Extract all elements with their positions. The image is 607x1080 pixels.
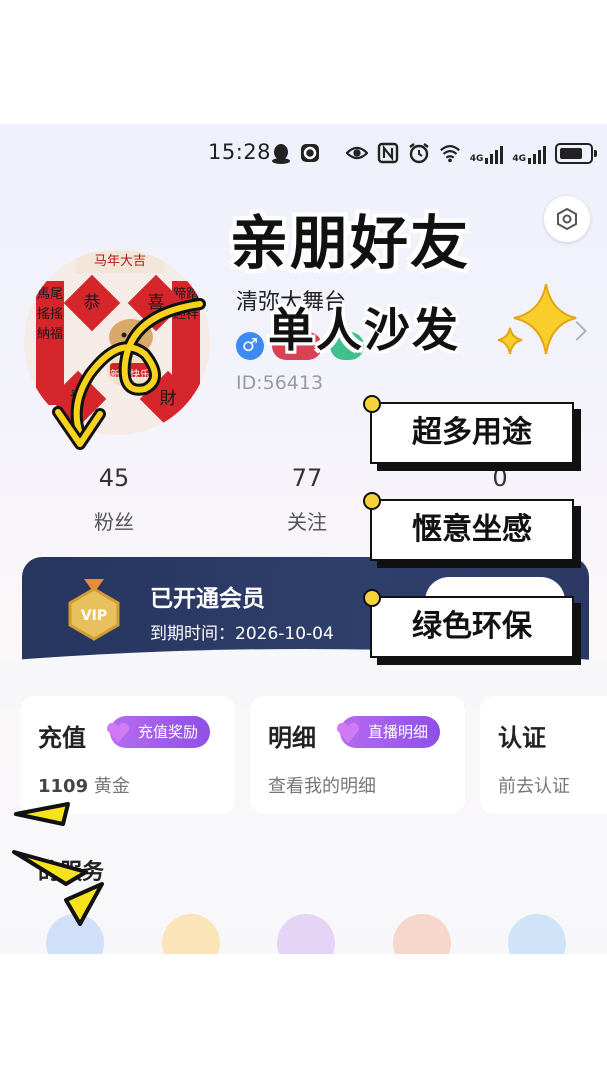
- network-type-label: 4G: [469, 154, 484, 164]
- stat-label: 关注: [287, 510, 327, 534]
- heart-gem-icon: [337, 722, 359, 743]
- battery-icon: [555, 142, 597, 164]
- overlay-headline: 亲朋好友: [230, 209, 471, 277]
- card-sub: 查看我的明细: [268, 776, 376, 797]
- avatar-sign-text: 新年快乐: [110, 370, 150, 381]
- status-bar: 15:28 4G 4G: [0, 124, 607, 184]
- stat-following[interactable]: 77 关注: [247, 464, 367, 535]
- vip-medal-icon: VIP: [68, 579, 120, 641]
- vip-expiry: 到期时间：2026-10-04: [150, 624, 334, 644]
- card-title: 认证: [498, 724, 546, 752]
- vip-title: 已开通会员: [150, 586, 265, 612]
- tag-dot: [363, 492, 381, 510]
- status-time: 15:28: [208, 140, 272, 164]
- wifi-icon: [439, 145, 460, 163]
- app-c-icon: [301, 144, 319, 162]
- service-video-icon[interactable]: [46, 914, 104, 954]
- stat-value: 77: [291, 464, 323, 492]
- stat-value: 0: [492, 464, 508, 492]
- overlay-tag: 超多用途: [363, 395, 574, 464]
- app-screen: 15:28 4G 4G 马年大吉 馬尾搖搖納福 蹄踏迎祥 恭 喜 發 財 新年快…: [0, 124, 607, 954]
- service-crown-icon[interactable]: [277, 914, 335, 954]
- card-recharge[interactable]: 充值 充值奖励 1109 黄金: [20, 696, 235, 814]
- card-title: 充值: [38, 724, 86, 752]
- stat-label: 粉丝: [94, 510, 134, 534]
- card-sub: 1109 黄金: [38, 772, 130, 798]
- status-system-icons: 4G 4G: [345, 142, 597, 164]
- signal-bars-icon: [528, 142, 546, 164]
- pill-label: 直播明细: [368, 723, 429, 741]
- service-box-icon[interactable]: [393, 914, 451, 954]
- alarm-icon: [408, 143, 429, 164]
- cell-signal-1: 4G: [470, 142, 504, 164]
- cell-signal-2: 4G: [512, 142, 546, 164]
- overlay-tag: 绿色环保: [363, 589, 574, 658]
- card-verify[interactable]: 认证 前去认证: [480, 696, 607, 814]
- signal-bars-icon: [485, 142, 504, 164]
- avatar-banner-text: 马年大吉: [76, 251, 164, 273]
- card-title: 明细: [268, 724, 316, 752]
- live-details-badge[interactable]: 直播明细: [337, 716, 441, 748]
- network-type-label: 4G: [512, 154, 526, 164]
- card-details[interactable]: 明细 直播明细 查看我的明细: [250, 696, 465, 814]
- tag-dot: [363, 395, 381, 413]
- recharge-reward-badge[interactable]: 充值奖励: [107, 716, 211, 748]
- status-notification-icons: [270, 142, 320, 164]
- heart-gem-icon: [107, 722, 129, 743]
- stat-followers[interactable]: 45 粉丝: [54, 464, 174, 535]
- services-title: 的服务: [38, 860, 105, 885]
- user-id: ID:56413: [236, 372, 324, 394]
- gold-balance: 1109: [38, 776, 89, 797]
- overlay-tag: 惬意坐感: [363, 492, 574, 561]
- gear-icon: [557, 207, 577, 231]
- pill-label: 充值奖励: [138, 723, 199, 741]
- gold-unit: 黄金: [93, 776, 130, 797]
- tag-dot: [363, 589, 381, 607]
- service-star-icon[interactable]: [162, 914, 220, 954]
- gender-male-icon: ♂: [236, 332, 264, 360]
- service-wallet-icon[interactable]: [508, 914, 566, 954]
- vip-medal-text: VIP: [81, 608, 107, 624]
- nfc-icon: [377, 142, 398, 164]
- stat-value: 45: [98, 464, 130, 492]
- avatar[interactable]: 马年大吉 馬尾搖搖納福 蹄踏迎祥 恭 喜 發 財 新年快乐: [24, 249, 210, 435]
- settings-button[interactable]: [544, 196, 590, 242]
- chevron-right-icon[interactable]: [567, 321, 587, 341]
- overlay-subhead: 单人沙发: [268, 303, 460, 357]
- card-sub: 前去认证: [498, 776, 570, 797]
- eye-icon: [345, 146, 368, 160]
- penguin-icon: [272, 144, 290, 164]
